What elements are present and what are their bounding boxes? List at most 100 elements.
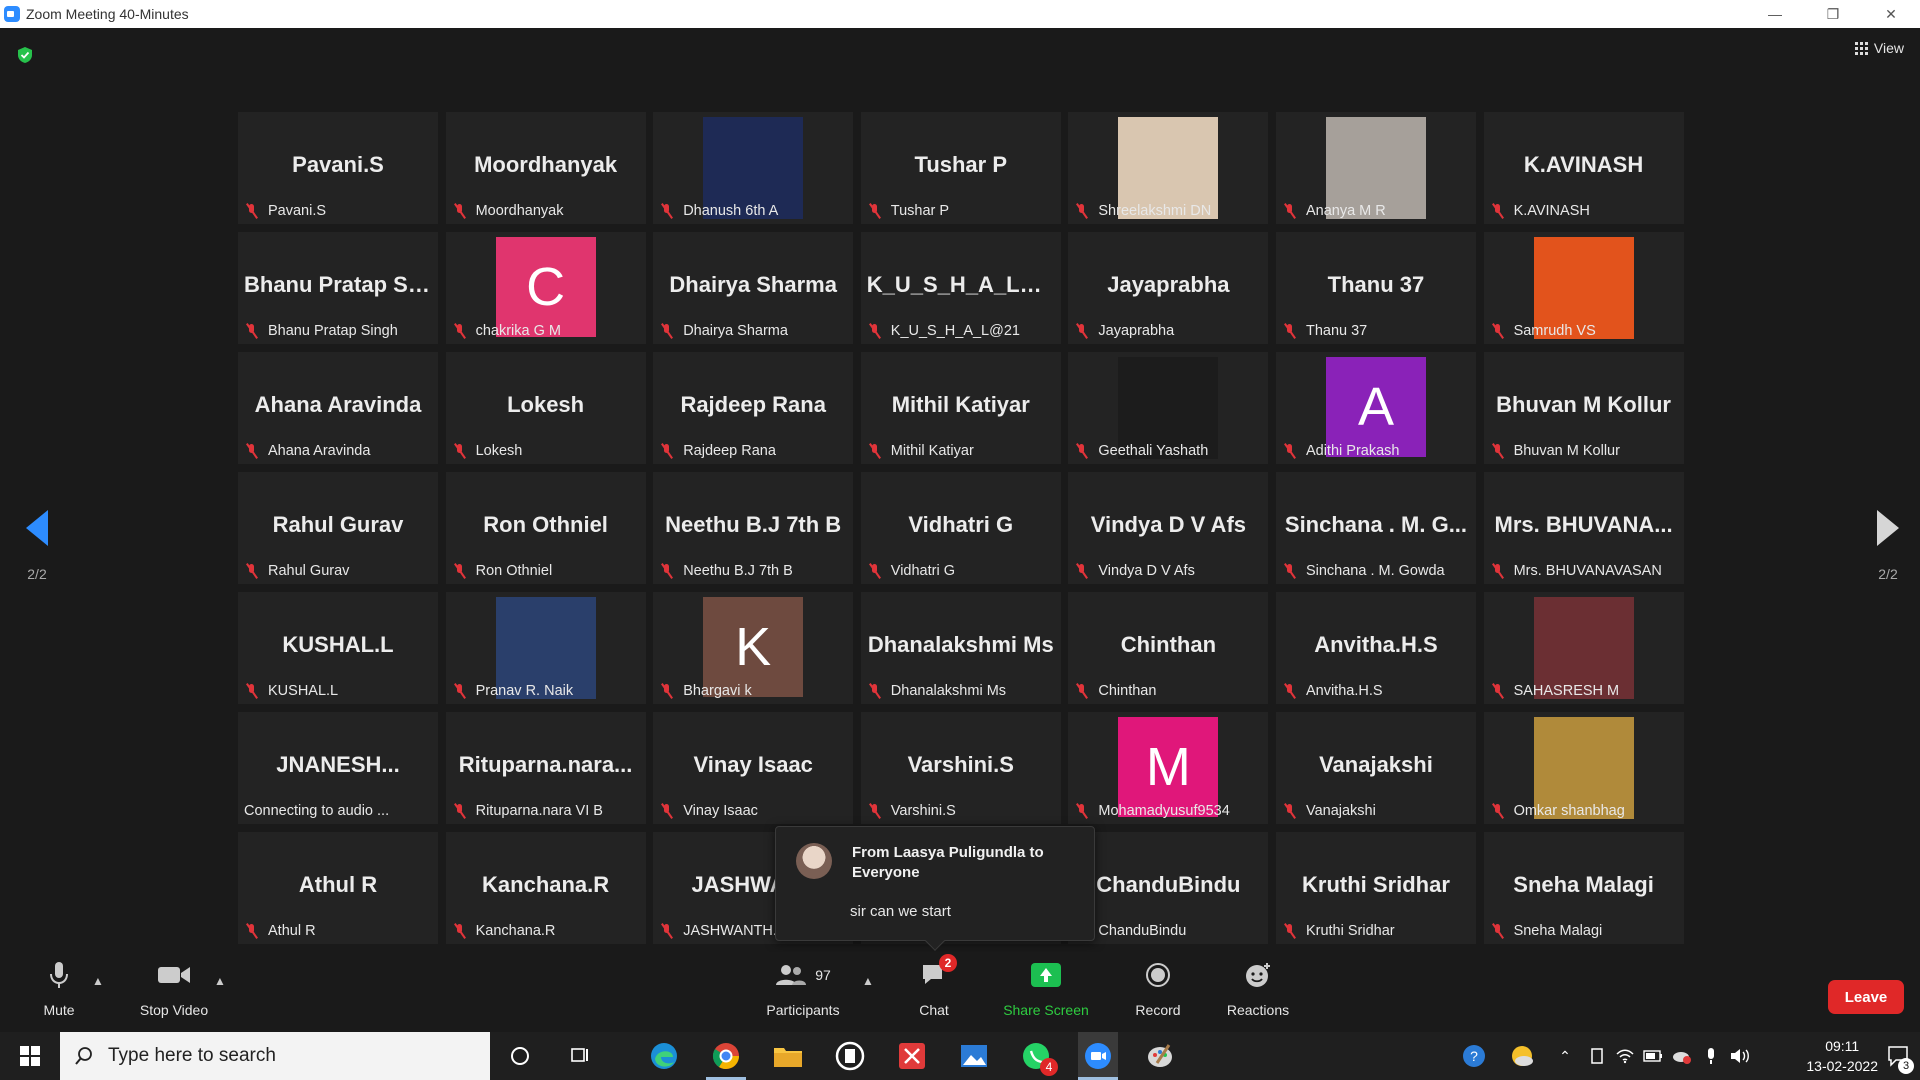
view-button[interactable]: View [1854, 40, 1904, 56]
participant-name-label: Jayaprabha [1074, 321, 1174, 341]
stop-video-button[interactable]: Stop Video [119, 958, 229, 1018]
participant-tile[interactable]: Moordhanyak Moordhanyak [445, 112, 646, 224]
participant-tile[interactable]: JNANESH... Connecting to audio ... [238, 712, 438, 824]
start-button[interactable] [8, 1032, 52, 1080]
record-button[interactable]: Record [1103, 958, 1213, 1018]
paint-app-icon[interactable] [1140, 1032, 1180, 1080]
muted-microphone-icon [1490, 803, 1506, 819]
participant-tile[interactable]: Rahul Gurav Rahul Gurav [238, 472, 438, 584]
participant-tile[interactable]: ChanduBindu ChanduBindu [1068, 832, 1269, 944]
participant-tile[interactable]: Samrudh VS [1483, 232, 1684, 344]
weather-icon[interactable] [1506, 1032, 1538, 1080]
participant-tile[interactable]: Neethu B.J 7th B Neethu B.J 7th B [653, 472, 854, 584]
participant-tile[interactable]: Cchakrika G M [445, 232, 646, 344]
wifi-icon[interactable] [1614, 1032, 1636, 1080]
minimize-button[interactable]: — [1746, 0, 1804, 28]
participant-tile[interactable]: Bhuvan M Kollur Bhuvan M Kollur [1483, 352, 1684, 464]
participant-tile[interactable]: Rituparna.nara... Rituparna.nara VI B [445, 712, 646, 824]
participant-tile[interactable]: SAHASRESH M [1483, 592, 1684, 704]
restore-button[interactable]: ❐ [1804, 0, 1862, 28]
participant-tile[interactable]: Ananya M R [1275, 112, 1476, 224]
chat-notification[interactable]: From Laasya Puligundla to Everyone sir c… [775, 826, 1095, 951]
share-screen-button[interactable]: Share Screen [991, 958, 1101, 1018]
participant-name: Kruthi Sridhar [1305, 923, 1395, 939]
show-hidden-icons-chevron-icon[interactable]: ⌃ [1554, 1032, 1576, 1080]
microphone-tray-icon[interactable] [1700, 1032, 1722, 1080]
participant-tile[interactable]: K_U_S_H_A_L@21 K_U_S_H_A_L@21 [860, 232, 1061, 344]
participants-options-caret[interactable]: ▲ [862, 974, 874, 988]
participant-tile[interactable]: Jayaprabha Jayaprabha [1068, 232, 1269, 344]
task-view-icon[interactable] [560, 1032, 600, 1080]
participant-tile[interactable]: Vindya D V Afs Vindya D V Afs [1068, 472, 1269, 584]
photos-app-icon[interactable] [954, 1032, 994, 1080]
help-icon[interactable]: ? [1458, 1032, 1490, 1080]
participant-tile[interactable]: Vanajakshi Vanajakshi [1275, 712, 1476, 824]
participant-tile[interactable]: Mrs. BHUVANA... Mrs. BHUVANAVASAN [1483, 472, 1684, 584]
participant-tile[interactable]: Geethali Yashath [1068, 352, 1269, 464]
chat-sender: From Laasya Puligundla to Everyone [852, 844, 1044, 881]
video-options-caret[interactable]: ▲ [214, 974, 226, 988]
participant-tile[interactable]: M Mohamadyusuf9534 [1068, 712, 1269, 824]
participant-tile[interactable]: Tushar P Tushar P [860, 112, 1061, 224]
participant-tile[interactable]: Vidhatri G Vidhatri G [860, 472, 1061, 584]
participant-tile[interactable]: K Bhargavi k [653, 592, 854, 704]
participant-tile[interactable]: Mithil Katiyar Mithil Katiyar [860, 352, 1061, 464]
shield-icon[interactable] [16, 46, 34, 64]
previous-page-button[interactable]: 2/2 [17, 510, 57, 582]
zoom-taskbar-icon[interactable] [1078, 1032, 1118, 1080]
close-button[interactable]: ✕ [1862, 0, 1920, 28]
participant-tile[interactable]: Kruthi Sridhar Kruthi Sridhar [1275, 832, 1476, 944]
sync-error-icon[interactable] [1670, 1032, 1694, 1080]
participant-tile[interactable]: Pavani.S Pavani.S [238, 112, 438, 224]
file-explorer-icon[interactable] [768, 1032, 808, 1080]
whatsapp-icon[interactable]: 4 [1016, 1032, 1058, 1080]
system-clock[interactable]: 09:11 13-02-2022 [1806, 1036, 1878, 1076]
muted-microphone-icon [659, 563, 675, 579]
participant-tile[interactable]: Shreelakshmi DN [1068, 112, 1269, 224]
record-label: Record [1135, 1002, 1181, 1018]
chat-button[interactable]: 2 Chat [879, 954, 989, 1018]
mute-button[interactable]: Mute [4, 958, 114, 1018]
share-screen-label: Share Screen [1003, 1002, 1089, 1018]
participant-tile[interactable]: Dhanush 6th A [653, 112, 854, 224]
participant-tile[interactable]: Ahana Aravinda Ahana Aravinda [238, 352, 438, 464]
participant-tile[interactable]: A Adithi Prakash [1275, 352, 1476, 464]
participant-tile[interactable]: Anvitha.H.S Anvitha.H.S [1275, 592, 1476, 704]
participant-tile[interactable]: Sneha Malagi Sneha Malagi [1483, 832, 1684, 944]
app-icon-circle[interactable] [830, 1032, 870, 1080]
participants-button[interactable]: 97 Participants [748, 958, 858, 1018]
participant-tile[interactable]: Dhairya Sharma Dhairya Sharma [653, 232, 854, 344]
snipping-tool-icon[interactable] [892, 1032, 932, 1080]
participant-tile[interactable]: Pranav R. Naik [445, 592, 646, 704]
notifications-button[interactable]: 3 [1882, 1032, 1916, 1080]
next-page-button[interactable]: 2/2 [1868, 510, 1908, 582]
participant-tile[interactable]: Kanchana.R Kanchana.R [445, 832, 646, 944]
participant-tile[interactable]: Varshini.S Varshini.S [860, 712, 1061, 824]
participant-tile[interactable]: Omkar shanbhag [1483, 712, 1684, 824]
participant-tile[interactable]: Dhanalakshmi Ms Dhanalakshmi Ms [860, 592, 1061, 704]
participant-tile[interactable]: Bhanu Pratap Si... Bhanu Pratap Singh [238, 232, 438, 344]
participant-tile[interactable]: Rajdeep Rana Rajdeep Rana [653, 352, 854, 464]
participant-tile[interactable]: Vinay Isaac Vinay Isaac [653, 712, 854, 824]
participant-name-label: Dhanalakshmi Ms [867, 681, 1006, 701]
participant-tile[interactable]: KUSHAL.L KUSHAL.L [238, 592, 438, 704]
cortana-icon[interactable] [500, 1032, 540, 1080]
reactions-button[interactable]: Reactions [1203, 958, 1313, 1018]
participant-name: K.AVINASH [1513, 203, 1590, 219]
participant-tile[interactable]: Sinchana . M. G... Sinchana . M. Gowda [1275, 472, 1476, 584]
audio-options-caret[interactable]: ▲ [92, 974, 104, 988]
participant-tile[interactable]: Ron Othniel Ron Othniel [445, 472, 646, 584]
chrome-browser-icon[interactable] [706, 1032, 746, 1080]
leave-button[interactable]: Leave [1828, 980, 1904, 1014]
participant-tile[interactable]: Athul R Athul R [238, 832, 438, 944]
volume-icon[interactable] [1728, 1032, 1752, 1080]
participant-tile[interactable]: Chinthan Chinthan [1068, 592, 1269, 704]
device-icon[interactable] [1586, 1032, 1608, 1080]
battery-icon[interactable] [1642, 1032, 1664, 1080]
participant-tile[interactable]: Thanu 37 Thanu 37 [1275, 232, 1476, 344]
muted-microphone-icon [659, 323, 675, 339]
participant-tile[interactable]: Lokesh Lokesh [445, 352, 646, 464]
taskbar-search[interactable]: Type here to search [60, 1032, 490, 1080]
participant-tile[interactable]: K.AVINASH K.AVINASH [1483, 112, 1684, 224]
edge-browser-icon[interactable] [644, 1032, 684, 1080]
